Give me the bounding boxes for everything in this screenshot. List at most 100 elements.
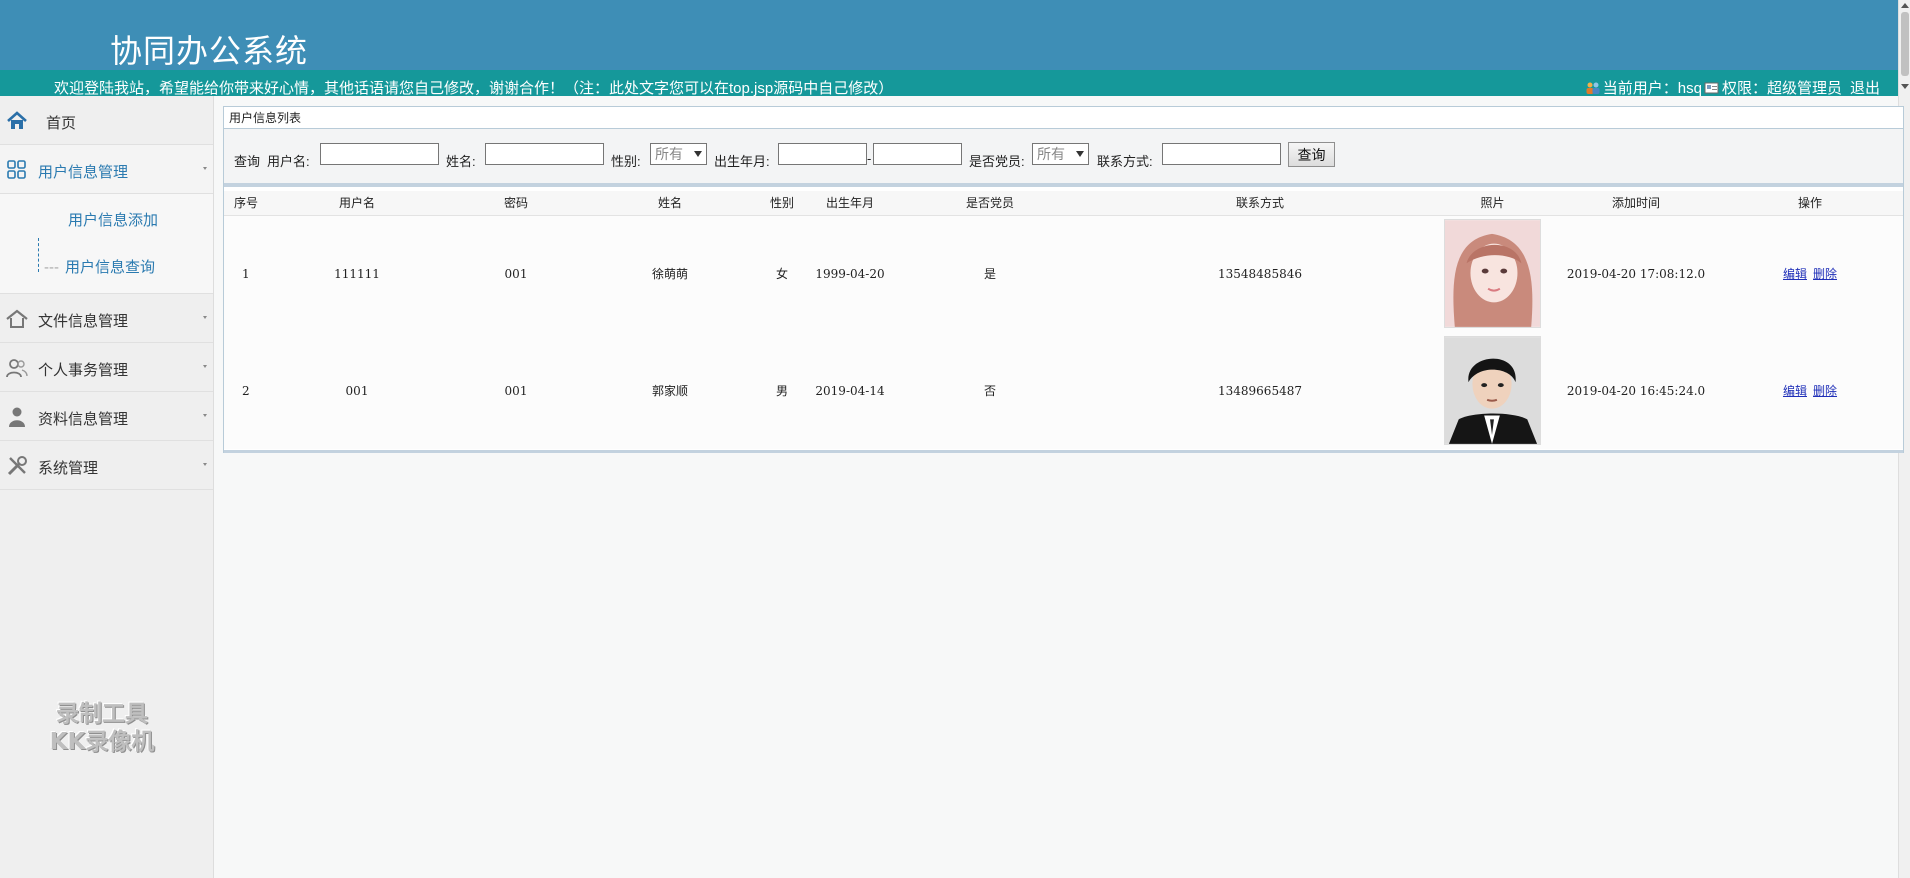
user-table: 序号 用户名 密码 姓名 性别 出生年月 是否党员 联系方式 照片 添加时间 操…	[224, 191, 1903, 449]
current-user: 当前用户：hsq	[1602, 80, 1702, 97]
cell-contact: 13489665487	[1218, 383, 1302, 398]
dropdown-arrow-icon	[1076, 151, 1084, 157]
gender-label: 性别:	[611, 154, 641, 169]
scroll-down-arrow[interactable]	[1901, 84, 1909, 89]
party-select[interactable]: 所有	[1032, 143, 1089, 165]
column-header: 性别	[754, 191, 810, 216]
cell-added-time: 2019-04-20 16:45:24.0	[1566, 383, 1706, 398]
dropdown-arrow-icon	[694, 151, 702, 157]
delete-link[interactable]: 删除	[1813, 267, 1837, 281]
welcome-bar: 欢迎登陆我站，希望能给你带来好心情，其他话语请您自己修改，谢谢合作！（注：此处文…	[0, 70, 1898, 98]
column-header: 照片	[1430, 191, 1555, 216]
column-header: 添加时间	[1555, 191, 1717, 216]
sidebar-item-label: 首页	[46, 115, 77, 132]
cell-party: 否	[983, 384, 996, 398]
person-icon	[9, 407, 25, 427]
role-label: 权限：超级管理员	[1721, 80, 1842, 97]
cell-birth: 1999-04-20	[815, 266, 885, 281]
cell-name: 郭家顺	[651, 384, 688, 398]
sidebar: 首页 用户信息管理 用户信息添加 --- 用户信息查询 文件信息管理 个人事务管理	[0, 96, 214, 878]
sidebar-item-label: 用户信息管理	[38, 164, 129, 181]
column-header: 是否党员	[890, 191, 1090, 216]
column-header: 姓名	[586, 191, 754, 216]
column-header: 操作	[1717, 191, 1903, 216]
delete-link[interactable]: 删除	[1813, 384, 1837, 398]
username-input[interactable]	[320, 143, 439, 165]
birth-from-input[interactable]	[778, 143, 867, 165]
column-header: 出生年月	[810, 191, 890, 216]
chevron-down-icon	[203, 414, 207, 417]
sidebar-subitem-user-add[interactable]: 用户信息添加	[68, 209, 158, 230]
column-header: 密码	[446, 191, 586, 216]
contact-label: 联系方式:	[1097, 154, 1153, 169]
gender-select[interactable]: 所有	[650, 143, 707, 165]
grid-icon	[7, 160, 26, 179]
sidebar-item-user-management[interactable]: 用户信息管理	[0, 145, 213, 194]
recorder-watermark: 录制工具 KK录像机	[32, 700, 172, 756]
sidebar-item-label: 资料信息管理	[38, 411, 129, 428]
sidebar-item-label: 系统管理	[38, 460, 99, 477]
table-row: 1 111111 001 徐萌萌 女 1999-04-20 是 13548485…	[224, 215, 1903, 332]
cell-party: 是	[983, 267, 996, 282]
cell-name: 徐萌萌	[651, 267, 688, 282]
user-list-panel: 用户信息列表 查询 用户名: 姓名: 性别: 所有 出生年月: - 是否党员: …	[223, 106, 1904, 453]
search-bar: 查询 用户名: 姓名: 性别: 所有 出生年月: - 是否党员: 所有 联系方式…	[224, 129, 1903, 187]
chevron-down-icon	[203, 316, 207, 319]
sidebar-subitem-user-query[interactable]: --- 用户信息查询	[44, 256, 155, 277]
cell-contact: 13548485846	[1218, 266, 1302, 281]
name-input[interactable]	[485, 143, 604, 165]
query-button[interactable]: 查询	[1288, 142, 1335, 167]
birth-separator: -	[867, 151, 872, 166]
sidebar-item-file-management[interactable]: 文件信息管理	[0, 294, 213, 343]
welcome-text: 欢迎登陆我站，希望能给你带来好心情，其他话语请您自己修改，谢谢合作！（注：此处文…	[54, 80, 894, 97]
cell-username: 001	[345, 383, 369, 398]
scroll-up-arrow[interactable]	[1901, 3, 1909, 8]
chevron-down-icon	[203, 463, 207, 466]
logout-link[interactable]: 退出	[1850, 77, 1880, 98]
edit-link[interactable]: 编辑	[1783, 267, 1807, 281]
contact-input[interactable]	[1162, 143, 1281, 165]
cell-actions: 编辑 删除	[1717, 332, 1903, 449]
user-photo[interactable]	[1444, 219, 1541, 329]
panel-bottom-border	[224, 450, 1903, 453]
cell-username: 111111	[334, 266, 380, 281]
cell-password: 001	[504, 266, 528, 281]
user-photo[interactable]	[1444, 336, 1541, 445]
app-title: 协同办公系统	[110, 33, 309, 69]
user-info: 当前用户：hsq 权限：超级管理员 退出	[1585, 77, 1880, 98]
chevron-down-icon	[203, 167, 207, 170]
house-icon	[6, 309, 28, 328]
cell-password: 001	[504, 383, 528, 398]
party-label: 是否党员:	[969, 154, 1025, 169]
id-card-icon	[1704, 82, 1719, 93]
birth-to-input[interactable]	[873, 143, 962, 165]
sidebar-item-label: 文件信息管理	[38, 313, 129, 330]
sidebar-item-system[interactable]: 系统管理	[0, 441, 213, 490]
sidebar-item-home[interactable]: 首页	[0, 96, 213, 145]
birth-label: 出生年月:	[714, 154, 770, 169]
watermark-line: 录制工具	[56, 701, 148, 727]
cell-gender: 男	[775, 384, 788, 398]
column-header: 序号	[224, 191, 268, 216]
user-group-icon	[1586, 82, 1600, 94]
sidebar-item-personal-affairs[interactable]: 个人事务管理	[0, 343, 213, 392]
panel-title: 用户信息列表	[224, 107, 1903, 129]
submenu-tree-line	[38, 238, 39, 272]
cell-index: 2	[242, 383, 250, 398]
sidebar-item-materials[interactable]: 资料信息管理	[0, 392, 213, 441]
edit-link[interactable]: 编辑	[1783, 384, 1807, 398]
column-header: 联系方式	[1090, 191, 1430, 216]
tree-branch-icon: ---	[44, 259, 59, 276]
sidebar-subitem-label: 用户信息查询	[65, 259, 156, 276]
cell-actions: 编辑 删除	[1717, 215, 1903, 332]
query-label: 查询	[234, 154, 261, 169]
username-label: 用户名:	[267, 154, 310, 169]
cell-index: 1	[242, 266, 250, 281]
gender-selected: 所有	[655, 146, 683, 162]
column-header: 用户名	[268, 191, 446, 216]
user-management-submenu: 用户信息添加 --- 用户信息查询	[0, 194, 213, 294]
cell-gender: 女	[775, 267, 788, 282]
name-label: 姓名:	[446, 154, 476, 169]
app-header: 协同办公系统	[0, 0, 1898, 70]
scroll-thumb[interactable]	[1901, 12, 1909, 76]
